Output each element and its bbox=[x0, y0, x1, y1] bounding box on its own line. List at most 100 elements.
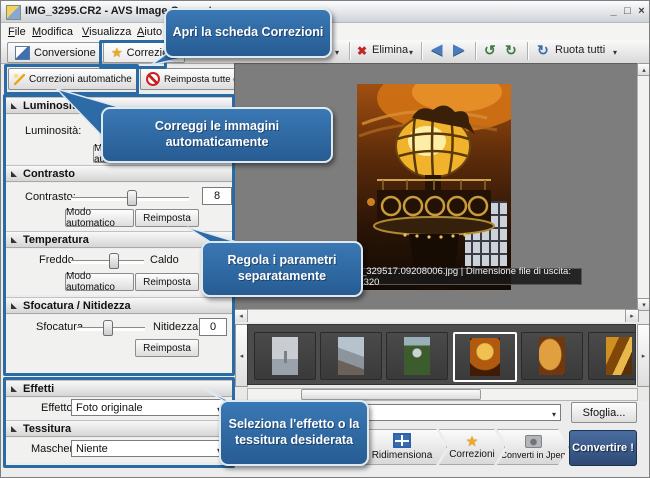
contrasto-slider-handle[interactable] bbox=[127, 190, 137, 206]
caldo-label: Caldo bbox=[150, 254, 179, 266]
thumbnail-6-photo bbox=[606, 337, 632, 375]
section-temperatura-header[interactable]: Temperatura bbox=[3, 231, 232, 248]
thumbnail-5-photo bbox=[539, 337, 565, 375]
preview-hscrollbar[interactable] bbox=[234, 309, 639, 323]
contrasto-reset-button[interactable]: Reimposta bbox=[135, 209, 199, 227]
collapse-icon bbox=[11, 171, 17, 177]
callout-select-effect: Seleziona l'effetto o la tessitura desid… bbox=[219, 400, 369, 466]
rotate-left-icon[interactable]: ↺ bbox=[484, 43, 496, 57]
temperatura-slider-handle[interactable] bbox=[109, 253, 119, 269]
ruota-tutti-button[interactable]: Ruota tutti bbox=[555, 44, 605, 56]
contrasto-label: Contrasto: bbox=[25, 191, 76, 203]
section-tessitura-header[interactable]: Tessitura bbox=[3, 420, 232, 437]
elimina-chevron-icon[interactable]: ▾ bbox=[409, 48, 413, 57]
callout-adjust-params: Regola i parametri separatamente bbox=[201, 241, 363, 297]
thumbnail-3[interactable] bbox=[386, 332, 448, 380]
luminosita-label: Luminosità: bbox=[25, 125, 81, 137]
callout-open-correzioni: Apri la scheda Correzioni bbox=[164, 8, 332, 58]
next-image-button[interactable]: ▶ bbox=[453, 43, 465, 57]
chevron-down-icon: ▾ bbox=[552, 410, 556, 419]
previous-image-button[interactable]: ◀ bbox=[431, 43, 443, 57]
sfocatura-slider-handle[interactable] bbox=[103, 320, 113, 336]
ruota-tutti-chevron-icon[interactable]: ▾ bbox=[613, 48, 617, 57]
collapse-icon bbox=[11, 386, 17, 392]
minimize-button[interactable]: _ bbox=[607, 6, 620, 18]
nitidezza-value-field[interactable]: 0 bbox=[199, 318, 227, 336]
chevron-down-icon[interactable]: ▾ bbox=[335, 48, 339, 57]
temperatura-slider[interactable] bbox=[71, 260, 144, 264]
correzioni-automatiche-label: Correzioni automatiche bbox=[29, 74, 132, 85]
menu-visualizza[interactable]: Visualizza bbox=[79, 25, 134, 39]
section-effetti-body: Effetto: Foto originale ▾ bbox=[3, 398, 232, 420]
delete-icon[interactable]: ✖ bbox=[357, 44, 367, 58]
step-correzioni[interactable]: ★ Correzioni bbox=[439, 429, 505, 465]
thumbnail-2[interactable] bbox=[320, 332, 382, 380]
step-correzioni-label: Correzioni bbox=[449, 449, 495, 460]
tab-conversione[interactable]: Conversione bbox=[7, 42, 104, 63]
thumbnail-5[interactable] bbox=[521, 332, 583, 380]
temperatura-reset-button[interactable]: Reimposta bbox=[135, 273, 199, 291]
resize-icon bbox=[393, 433, 411, 448]
collapse-icon bbox=[11, 303, 17, 309]
rotate-right-icon[interactable]: ↻ bbox=[505, 43, 517, 57]
section-sfocatura-header[interactable]: Sfocatura / Nitidezza bbox=[3, 297, 232, 314]
thumbs-scrollbar-thumb[interactable] bbox=[301, 389, 481, 400]
app-window: IMG_3295.CR2 - AVS Image Converter _ □ ×… bbox=[0, 0, 650, 478]
collapse-icon bbox=[11, 426, 17, 432]
scroll-up-icon[interactable]: ▴ bbox=[637, 63, 650, 76]
section-contrasto-header[interactable]: Contrasto bbox=[3, 165, 232, 182]
effetto-value: Foto originale bbox=[76, 402, 143, 414]
star-icon: ★ bbox=[111, 47, 123, 59]
step-ridimensiona-label: Ridimensiona bbox=[372, 450, 433, 461]
section-contrasto-body: Contrasto: 8 Modo automatico Reimposta bbox=[3, 183, 232, 231]
magic-wand-icon bbox=[14, 74, 25, 85]
tab-conversione-label: Conversione bbox=[34, 47, 96, 59]
menu-file[interactable]: File bbox=[5, 25, 29, 39]
nitidezza-label: Nitidezza bbox=[153, 321, 198, 333]
thumbnail-4-selected[interactable] bbox=[453, 332, 517, 382]
close-button[interactable]: × bbox=[635, 6, 648, 18]
thumbnail-2-photo bbox=[338, 337, 364, 375]
section-sfocatura-title: Sfocatura / Nitidezza bbox=[23, 300, 131, 312]
toolbar-separator bbox=[421, 42, 423, 60]
thumbnail-1-photo bbox=[272, 337, 298, 375]
step-ridimensiona[interactable]: Ridimensiona bbox=[357, 429, 447, 465]
contrasto-auto-button[interactable]: Modo automatico bbox=[65, 209, 134, 227]
camera-icon bbox=[525, 435, 542, 448]
preview-caption: IMG_329517.09208006.jpg | Dimensione fil… bbox=[337, 268, 582, 285]
elimina-button[interactable]: Elimina bbox=[372, 44, 408, 56]
maximize-button[interactable]: □ bbox=[621, 6, 634, 18]
freddo-label: Freddo bbox=[39, 254, 74, 266]
thumbnail-1[interactable] bbox=[254, 332, 316, 380]
preview-vscrollbar[interactable] bbox=[637, 63, 650, 311]
section-effetti-header[interactable]: Effetti bbox=[3, 380, 232, 397]
menu-modifica[interactable]: Modifica bbox=[29, 25, 76, 39]
thumbnail-3-photo bbox=[404, 337, 430, 375]
step-converti-jpeg[interactable]: Converti in Jpeg bbox=[497, 429, 569, 465]
maschera-select[interactable]: Niente ▾ bbox=[71, 440, 226, 457]
app-icon bbox=[6, 5, 21, 20]
thumbnail-6[interactable] bbox=[588, 332, 636, 380]
star-icon: ★ bbox=[466, 435, 479, 447]
menu-aiuto[interactable]: Aiuto bbox=[134, 25, 165, 39]
temperatura-auto-button[interactable]: Modo automatico bbox=[65, 273, 134, 291]
correzioni-automatiche-button[interactable]: Correzioni automatiche bbox=[8, 68, 138, 90]
scroll-left-icon[interactable]: ◂ bbox=[234, 309, 248, 323]
sfocatura-reset-button[interactable]: Reimposta bbox=[135, 339, 199, 357]
preview-image bbox=[357, 84, 511, 290]
section-sfocatura-body: Sfocatura Nitidezza 0 Reimposta bbox=[3, 315, 232, 373]
section-luminosita-title: Luminosità bbox=[23, 100, 82, 112]
sfoglia-button[interactable]: Sfoglia... bbox=[571, 402, 637, 423]
toolbar-separator bbox=[527, 42, 529, 60]
effetto-select[interactable]: Foto originale ▾ bbox=[71, 399, 226, 416]
scroll-right-icon[interactable]: ▸ bbox=[625, 309, 639, 323]
rotate-all-icon[interactable]: ↻ bbox=[537, 43, 549, 57]
convertire-button[interactable]: Convertire ! bbox=[569, 430, 637, 466]
contrasto-value-field[interactable]: 8 bbox=[202, 187, 232, 205]
thumbs-scroll-right-icon[interactable]: ▸ bbox=[637, 324, 650, 387]
collapse-icon bbox=[11, 237, 17, 243]
collapse-icon bbox=[11, 103, 17, 109]
section-effetti-title: Effetti bbox=[23, 383, 54, 395]
toolbar-separator bbox=[475, 42, 477, 60]
callout-auto-correct: Correggi le immagini automaticamente bbox=[101, 107, 333, 163]
